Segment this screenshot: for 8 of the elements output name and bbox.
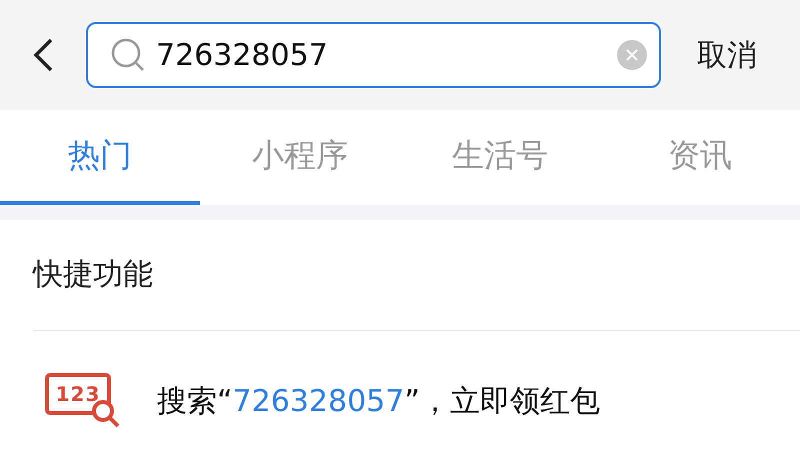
search-suggestion[interactable]: 搜索“726328057”，立即领红包 bbox=[157, 380, 600, 422]
cancel-button[interactable]: 取消 bbox=[697, 34, 757, 76]
back-icon bbox=[32, 38, 54, 72]
close-icon bbox=[626, 49, 638, 61]
search-field[interactable]: 726328057 bbox=[86, 22, 661, 88]
search-icon bbox=[110, 37, 146, 73]
section-title: 快捷功能 bbox=[33, 220, 800, 331]
search-query: 726328057 bbox=[156, 38, 329, 72]
